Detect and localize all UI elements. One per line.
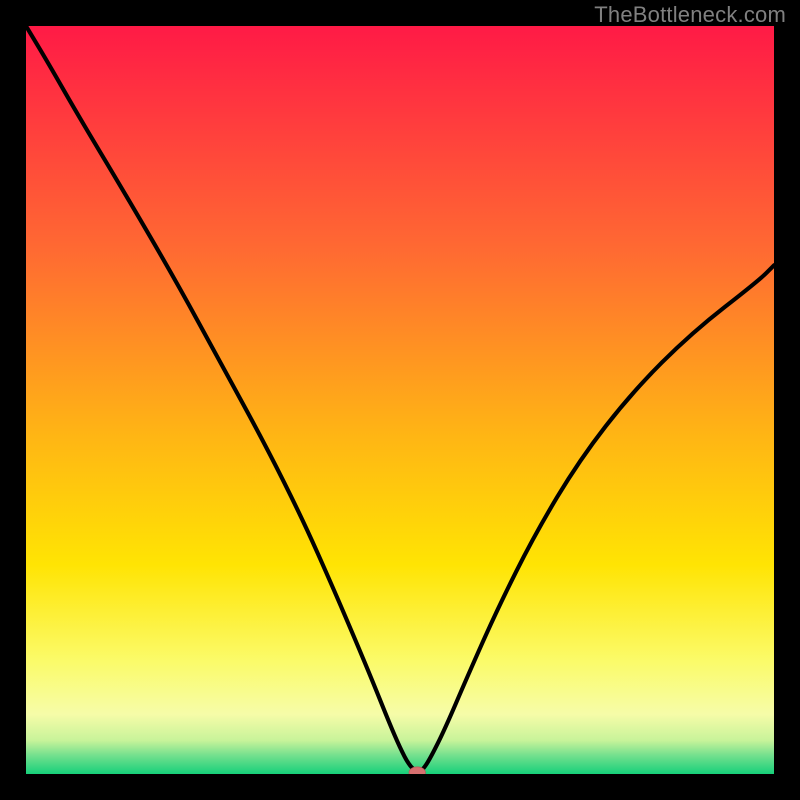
- plot-area: [26, 26, 774, 774]
- watermark-text: TheBottleneck.com: [594, 2, 786, 28]
- bottleneck-curve: [26, 26, 774, 772]
- curve-layer: [26, 26, 774, 774]
- chart-frame: TheBottleneck.com: [0, 0, 800, 800]
